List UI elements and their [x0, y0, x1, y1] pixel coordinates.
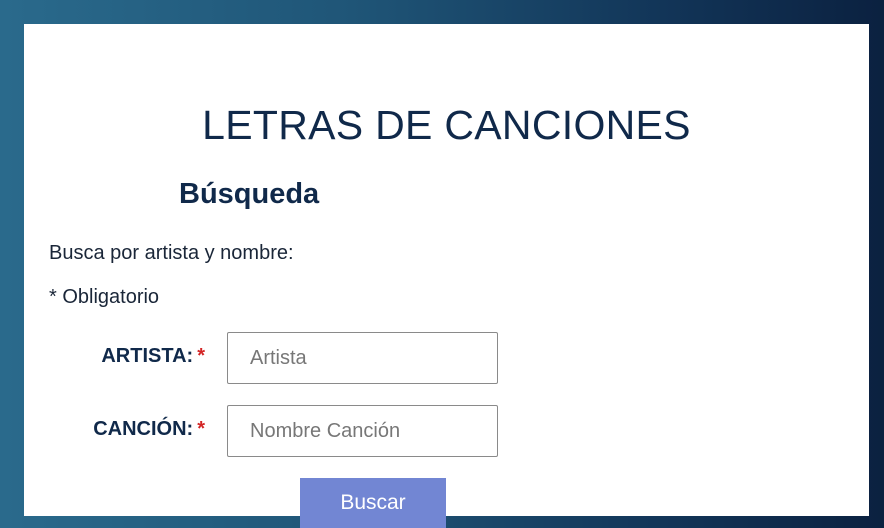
artist-label: ARTISTA: *: [101, 345, 205, 368]
song-input[interactable]: [227, 405, 498, 457]
artist-label-text: ARTISTA:: [101, 345, 194, 367]
song-required-marker: *: [197, 418, 205, 440]
search-button[interactable]: Buscar: [300, 478, 446, 528]
search-heading: Búsqueda: [179, 178, 320, 210]
artist-input[interactable]: [227, 332, 498, 384]
search-instructions: Busca por artista y nombre:: [49, 242, 294, 264]
required-note: * Obligatorio: [49, 286, 160, 308]
song-label-text: CANCIÓN:: [93, 418, 194, 440]
page-title: LETRAS DE CANCIONES: [202, 102, 691, 148]
search-card: LETRAS DE CANCIONES Búsqueda Busca por a…: [24, 24, 869, 528]
artist-required-marker: *: [197, 345, 205, 367]
song-label: CANCIÓN: *: [93, 418, 205, 441]
